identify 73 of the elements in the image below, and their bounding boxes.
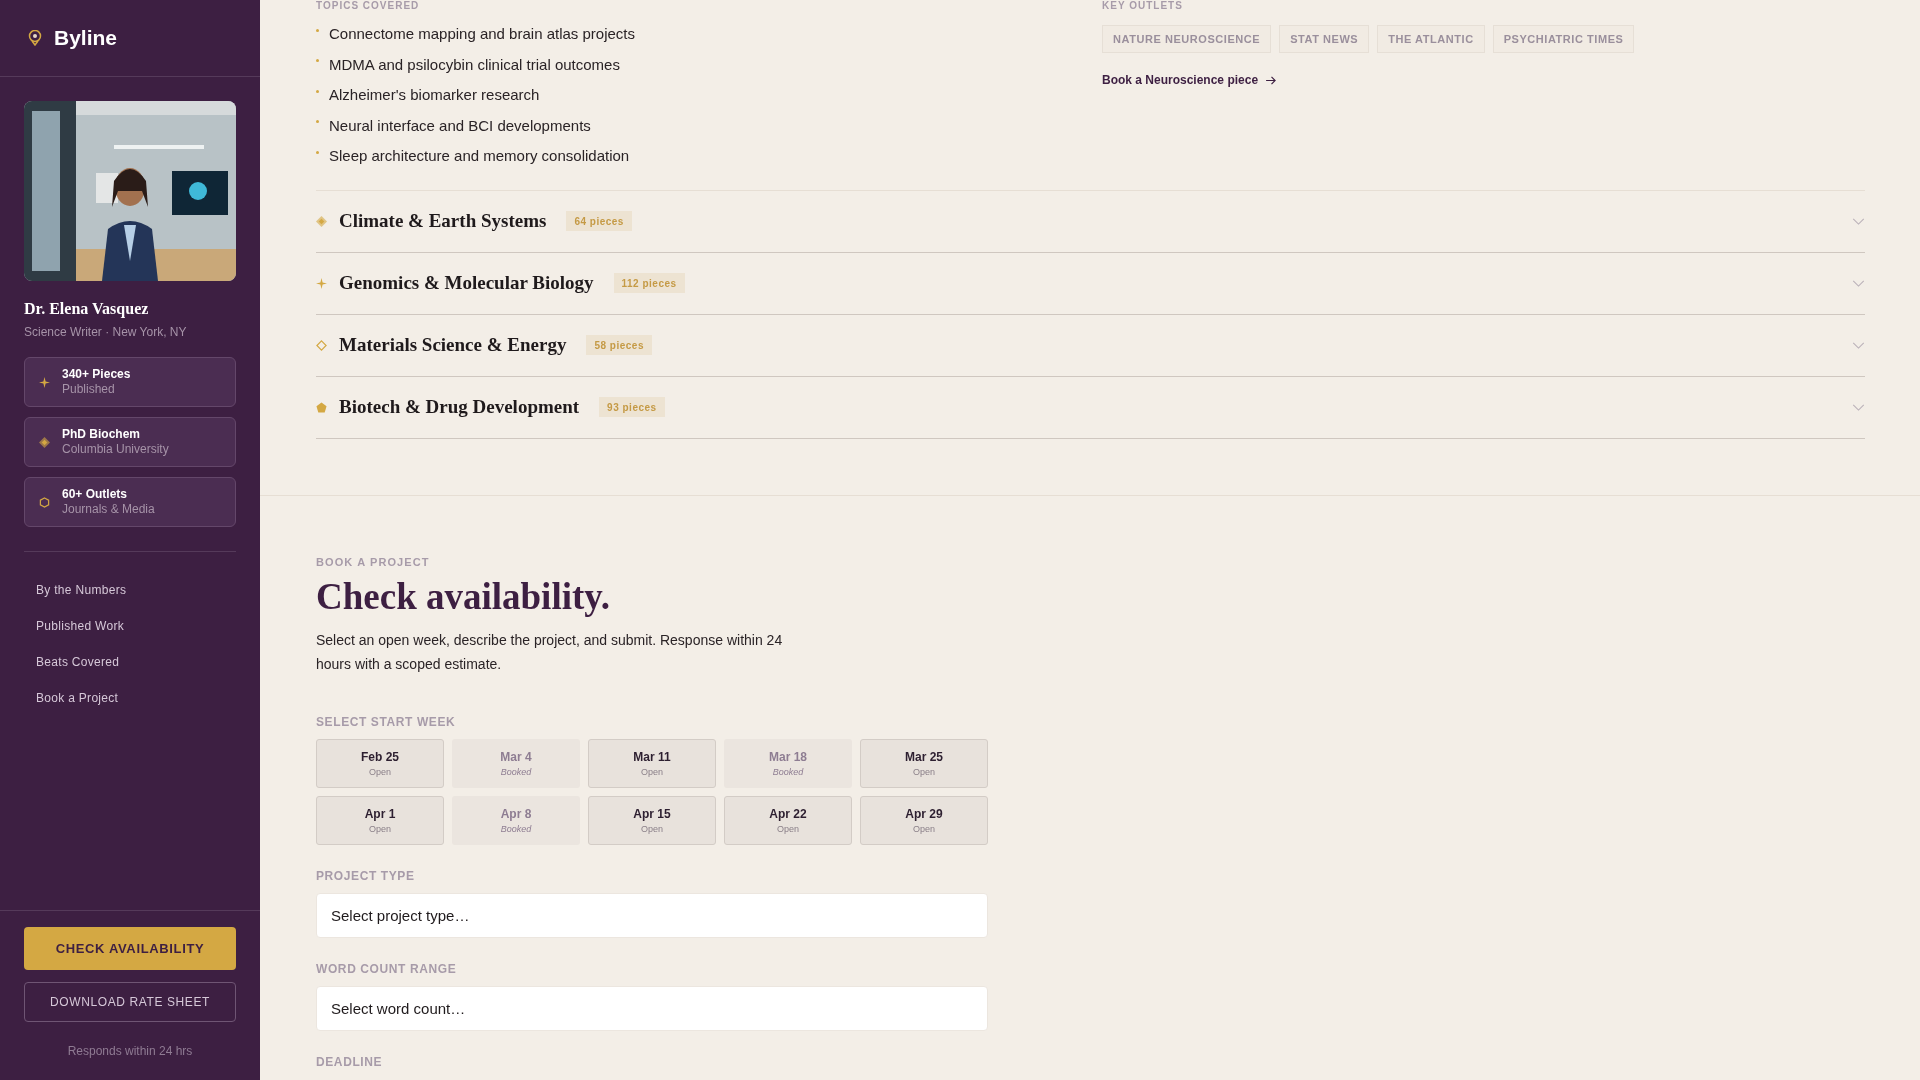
outlet-tag: STAT NEWS	[1279, 25, 1370, 53]
beat-title: Materials Science & Energy	[339, 332, 567, 357]
field-label: DEADLINE	[316, 1054, 384, 1072]
select-field[interactable]: Select project type…	[316, 893, 988, 939]
diamond-icon	[316, 215, 327, 227]
piece-count: 64 pieces	[566, 211, 632, 231]
hexagon-icon	[39, 496, 50, 508]
week-option[interactable]: Apr 22 Open	[724, 796, 852, 846]
profile-subtitle: Science Writer · New York, NY	[24, 324, 188, 341]
beat-title: Biotech & Drug Development	[339, 394, 580, 419]
sparkle-icon	[39, 376, 50, 388]
outlet-tag: THE ATLANTIC	[1377, 25, 1485, 53]
topic-item: MDMA and psilocybin clinical trial outcomes	[329, 54, 620, 75]
stat-caption: Journals & Media	[62, 502, 155, 517]
booking-intro: Select an open week, describe the project, and submit. Response within 24 hours with a scoped estimate.	[316, 631, 784, 675]
stat-title: 60+ Outlets	[62, 487, 129, 502]
bullet-icon	[316, 120, 319, 124]
sparkle-icon	[316, 277, 327, 289]
topic-item: Alzheimer's biomarker research	[329, 85, 540, 105]
week-option[interactable]: Mar 11 Open	[588, 739, 716, 789]
field-label: WORD COUNT RANGE	[316, 961, 458, 979]
week-option[interactable]: Apr 29 Open	[860, 796, 988, 846]
chevron-down-icon	[1852, 217, 1865, 225]
week-option[interactable]: Mar 25 Open	[860, 739, 988, 789]
stat-caption: Columbia University	[62, 442, 169, 457]
outlet-tag: PSYCHIATRIC TIMES	[1492, 25, 1635, 53]
check-availability-button[interactable]: CHECK AVAILABILITY	[24, 927, 236, 970]
bullet-icon	[316, 89, 319, 93]
nav-link[interactable]: By the Numbers	[36, 572, 224, 608]
week-option[interactable]: Feb 25 Open	[316, 739, 444, 789]
beat-row[interactable]: Biotech & Drug Development 93 pieces	[316, 376, 1865, 439]
field-label: SELECT START WEEK	[316, 714, 457, 732]
nav-link[interactable]: Book a Project	[36, 680, 224, 716]
stat-title: 340+ Pieces	[62, 367, 131, 382]
week-option[interactable]: Apr 15 Open	[588, 796, 716, 846]
chevron-down-icon	[1852, 279, 1865, 287]
beat-row[interactable]: Materials Science & Energy 58 pieces	[316, 314, 1865, 377]
topic-item: Neural interface and BCI developments	[329, 115, 591, 136]
download-rate-sheet-button[interactable]: DOWNLOAD RATE SHEET	[24, 982, 236, 1022]
brand-name: Byline	[54, 25, 118, 52]
topic-item: Sleep architecture and memory consolidation	[329, 146, 630, 166]
beat-title: Genomics & Molecular Biology	[339, 270, 594, 295]
section-eyebrow: BOOK A PROJECT	[316, 554, 431, 570]
stat-title: PhD Biochem	[62, 427, 141, 442]
piece-count: 93 pieces	[599, 397, 665, 417]
chevron-down-icon	[1852, 403, 1865, 411]
piece-count: 58 pieces	[586, 335, 652, 355]
select-field[interactable]: Select word count…	[316, 986, 988, 1032]
arrow-right-icon	[1266, 75, 1278, 85]
section-label: KEY OUTLETS	[1102, 0, 1184, 11]
diamond-icon	[39, 436, 50, 448]
chevron-down-icon	[1852, 341, 1865, 349]
beat-row[interactable]: Climate & Earth Systems 64 pieces	[316, 190, 1865, 253]
stat-caption: Published	[62, 382, 116, 397]
booking-heading: Check availability.	[316, 575, 611, 619]
bullet-icon	[316, 59, 319, 63]
piece-count: 112 pieces	[613, 273, 685, 293]
bullet-icon	[316, 28, 319, 32]
profile-name: Dr. Elena Vasquez	[24, 299, 150, 320]
logo-icon	[28, 30, 42, 46]
book-piece-link[interactable]: Book a Neuroscience piece	[1102, 71, 1278, 89]
section-label: TOPICS COVERED	[316, 0, 421, 11]
field-label: PROJECT TYPE	[316, 868, 416, 886]
outlet-tag: NATURE NEUROSCIENCE	[1102, 25, 1272, 53]
beat-row[interactable]: Genomics & Molecular Biology 112 pieces	[316, 252, 1865, 315]
nav-link[interactable]: Published Work	[36, 608, 224, 644]
pentagon-icon	[316, 401, 327, 413]
beat-title: Climate & Earth Systems	[339, 208, 547, 233]
nav-link[interactable]: Beats Covered	[36, 644, 224, 680]
response-note: Responds within 24 hrs	[66, 1043, 194, 1060]
week-option[interactable]: Apr 1 Open	[316, 796, 444, 846]
bullet-icon	[316, 150, 319, 154]
topic-item: Connectome mapping and brain atlas projects	[329, 24, 635, 44]
